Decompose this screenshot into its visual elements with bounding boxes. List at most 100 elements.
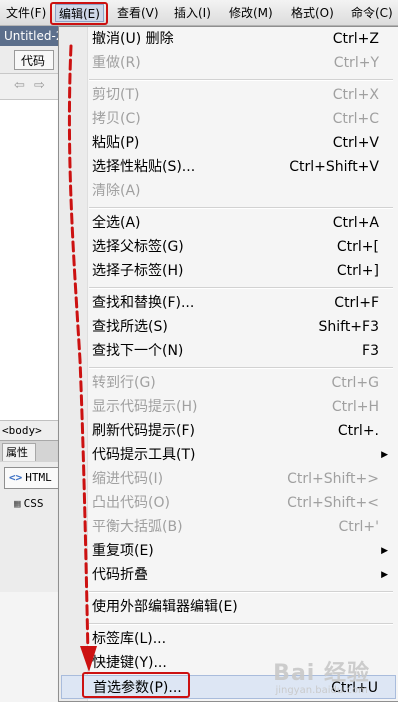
menu-item-paste-special[interactable]: 选择性粘贴(S)... Ctrl+Shift+V [61,155,396,179]
menu-item-label: 全选(A) [92,215,141,231]
document-tab[interactable]: Untitled-2 [0,26,60,46]
css-button-label: CSS [23,497,44,510]
menu-item-find-selection[interactable]: 查找所选(S) Shift+F3 [61,315,396,339]
menu-item-label: 平衡大括弧(B) [92,519,183,535]
back-arrow-icon[interactable]: ⇦ [14,78,25,93]
menu-item-label: 转到行(G) [92,375,156,391]
menu-item-label: 重复项(E) [92,543,154,559]
menu-item-label: 粘贴(P) [92,135,140,151]
menu-item-shortcut: Ctrl+C [332,111,379,127]
properties-tab[interactable]: 属性 [2,443,36,461]
menu-item-label: 剪切(T) [92,87,140,103]
menu-item-keyboard-shortcuts[interactable]: 快捷键(Y)... [61,651,396,675]
menu-item-shortcut: Ctrl+X [332,87,379,103]
menu-item-shortcut: Ctrl+G [331,375,380,391]
menu-item-label: 标签库(L)... [92,631,167,647]
menu-item-code-collapse[interactable]: 代码折叠 ▶ [61,563,396,587]
html-properties-button[interactable]: <> HTML [4,467,62,489]
menu-item-label: 缩进代码(I) [92,471,164,487]
menu-item-shortcut: Ctrl+Y [333,55,379,71]
menu-item-shortcut: Ctrl+. [337,423,379,439]
menu-separator [89,367,393,369]
edit-menu-dropdown: 撤消(U) 删除 Ctrl+Z 重做(R) Ctrl+Y 剪切(T) Ctrl+… [58,26,398,702]
menu-bar: 文件(F) 编辑(E) 查看(V) 插入(I) 修改(M) 格式(O) 命令(C… [0,0,398,26]
menu-separator [89,591,393,593]
menu-item-edit-with-external-editor[interactable]: 使用外部编辑器编辑(E) [61,595,396,619]
html-button-label: HTML [25,471,52,484]
menu-item-tag-libraries[interactable]: 标签库(L)... [61,627,396,651]
menu-item-label: 查找下一个(N) [92,343,184,359]
menu-item-code-hint-tools[interactable]: 代码提示工具(T) ▶ [61,443,396,467]
menu-separator [89,79,393,81]
menu-item-label: 选择性粘贴(S)... [92,159,196,175]
menu-item-shortcut: Ctrl+A [332,215,379,231]
menu-item-shortcut: F3 [362,343,379,359]
menu-item-redo[interactable]: 重做(R) Ctrl+Y [61,51,396,75]
menu-item-cut[interactable]: 剪切(T) Ctrl+X [61,83,396,107]
menu-item-undo[interactable]: 撤消(U) 删除 Ctrl+Z [61,27,396,51]
menu-item-label: 凸出代码(O) [92,495,170,511]
menu-format[interactable]: 格式(O) [288,4,337,22]
menu-item-shortcut: Ctrl+F [334,295,379,311]
menu-commands[interactable]: 命令(C) [348,4,396,22]
menu-item-shortcut: Ctrl+] [336,263,379,279]
menu-item-find-next[interactable]: 查找下一个(N) F3 [61,339,396,363]
menu-item-clear[interactable]: 清除(A) [61,179,396,203]
forward-arrow-icon[interactable]: ⇨ [34,78,45,93]
menu-item-label: 刷新代码提示(F) [92,423,195,439]
menu-separator [89,287,393,289]
menu-item-label: 使用外部编辑器编辑(E) [92,599,238,615]
menu-item-outdent-code[interactable]: 凸出代码(O) Ctrl+Shift+< [61,491,396,515]
menu-item-indent-code[interactable]: 缩进代码(I) Ctrl+Shift+> [61,467,396,491]
menu-view[interactable]: 查看(V) [114,4,162,22]
menu-item-balance-braces[interactable]: 平衡大括弧(B) Ctrl+' [61,515,396,539]
menu-item-label: 查找所选(S) [92,319,168,335]
menu-item-preferences[interactable]: 首选参数(P)... Ctrl+U [61,675,396,699]
menu-item-select-all[interactable]: 全选(A) Ctrl+A [61,211,396,235]
menu-item-shortcut: Ctrl+[ [336,239,379,255]
menu-item-label: 选择父标签(G) [92,239,184,255]
css-properties-button[interactable]: ▦ CSS [14,497,44,510]
menu-item-select-parent-tag[interactable]: 选择父标签(G) Ctrl+[ [61,235,396,259]
menu-item-paste[interactable]: 粘贴(P) Ctrl+V [61,131,396,155]
menu-separator [89,207,393,209]
menu-item-label: 撤消(U) 删除 [92,31,174,47]
menu-item-repeating-items[interactable]: 重复项(E) ▶ [61,539,396,563]
menu-item-select-child-tag[interactable]: 选择子标签(H) Ctrl+] [61,259,396,283]
menu-item-find-replace[interactable]: 查找和替换(F)... Ctrl+F [61,291,396,315]
properties-panel: <> HTML ▦ CSS [0,462,62,592]
menu-insert[interactable]: 插入(I) [171,4,214,22]
html-tag-icon: <> [9,471,23,484]
document-canvas[interactable] [0,100,60,420]
submenu-arrow-icon: ▶ [381,570,388,580]
menu-item-shortcut: Ctrl+Shift+> [287,471,379,487]
menu-file[interactable]: 文件(F) [3,4,49,22]
menu-item-copy[interactable]: 拷贝(C) Ctrl+C [61,107,396,131]
properties-panel-header: 属性 [0,440,60,462]
menu-modify[interactable]: 修改(M) [226,4,276,22]
menu-item-shortcut: Ctrl+Shift+V [289,159,379,175]
document-toolbar: 代码 [0,46,60,74]
submenu-arrow-icon: ▶ [381,450,388,460]
menu-item-shortcut: Shift+F3 [318,319,379,335]
menu-separator [89,623,393,625]
menu-item-label: 重做(R) [92,55,141,71]
menu-item-label: 首选参数(P)... [93,680,182,696]
menu-item-shortcut: Ctrl+H [331,399,379,415]
tag-selector[interactable]: <body> [0,420,60,440]
css-icon: ▦ [14,497,21,510]
menu-item-show-code-hints[interactable]: 显示代码提示(H) Ctrl+H [61,395,396,419]
menu-item-go-to-line[interactable]: 转到行(G) Ctrl+G [61,371,396,395]
menu-item-refresh-code-hints[interactable]: 刷新代码提示(F) Ctrl+. [61,419,396,443]
menu-item-label: 代码提示工具(T) [92,447,196,463]
menu-item-label: 选择子标签(H) [92,263,184,279]
submenu-arrow-icon: ▶ [381,546,388,556]
menu-item-shortcut: Ctrl+Shift+< [287,495,379,511]
menu-edit[interactable]: 编辑(E) [55,4,104,22]
menu-item-label: 快捷键(Y)... [92,655,167,671]
menu-item-shortcut: Ctrl+V [332,135,379,151]
menu-item-shortcut: Ctrl+U [331,680,378,696]
menu-item-label: 显示代码提示(H) [92,399,198,415]
code-view-button[interactable]: 代码 [14,50,54,70]
lower-panel [0,592,60,702]
